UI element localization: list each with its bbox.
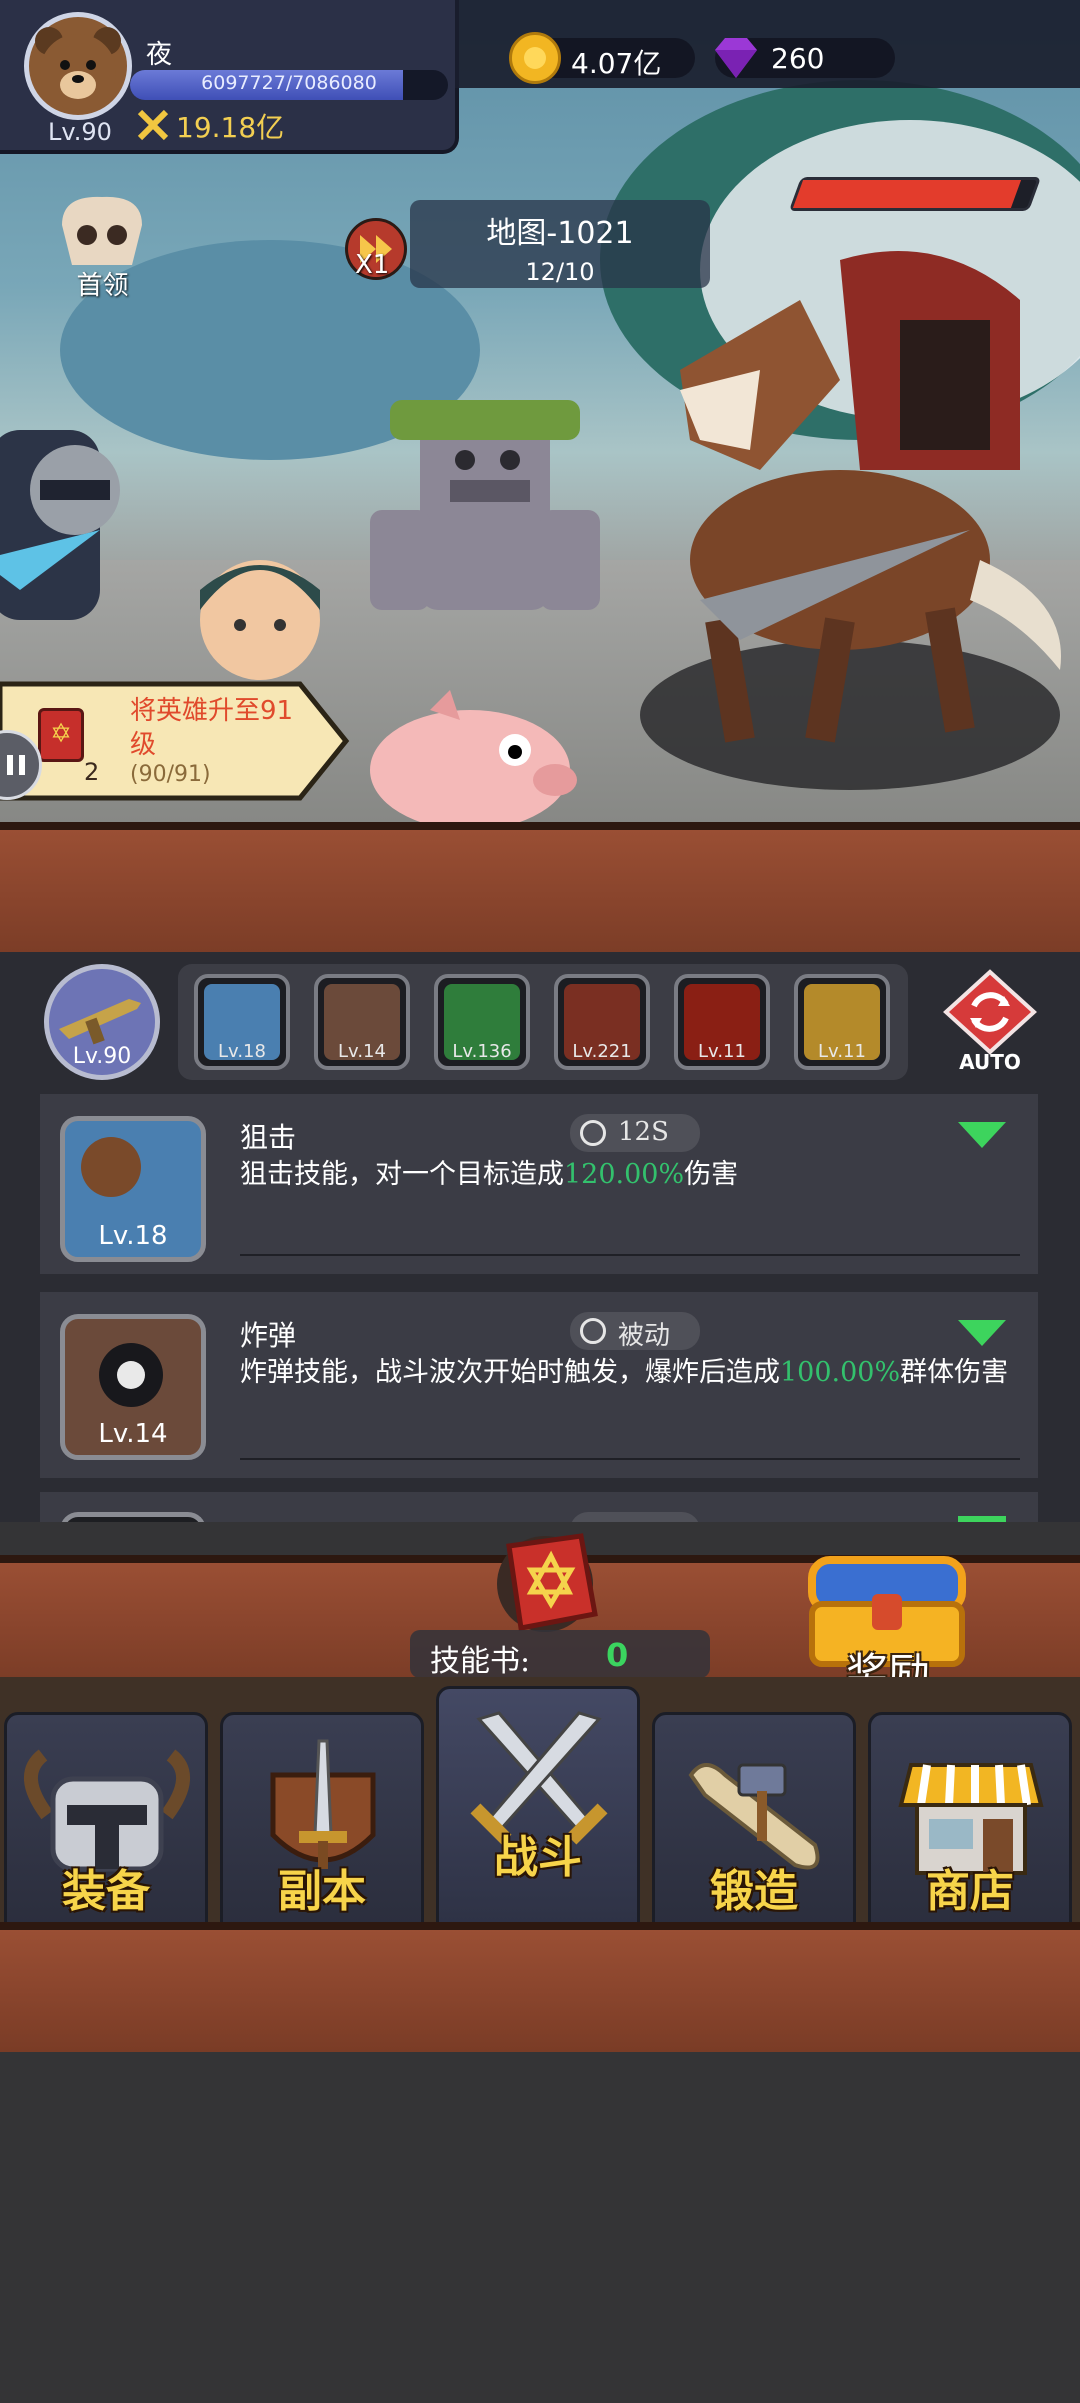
wood-divider-top	[0, 822, 1080, 968]
nav-dungeon[interactable]: 副本	[220, 1712, 424, 1928]
clock-icon	[580, 1318, 606, 1344]
map-info-panel: 地图-1021 12/10	[410, 200, 710, 288]
nav-shop[interactable]: 商店	[868, 1712, 1072, 1928]
gold-pill[interactable]: 4.07亿	[509, 32, 695, 84]
auto-button[interactable]: AUTO	[938, 966, 1042, 1076]
hooded-rider-boss	[640, 240, 1070, 760]
skill-level: Lv.18	[98, 1221, 168, 1251]
xp-text: 6097727/7086080	[201, 72, 377, 94]
clock-icon	[580, 1120, 606, 1146]
pig-pet-character	[360, 680, 580, 822]
nav-battle[interactable]: 战斗	[436, 1686, 640, 1928]
enemy-hp-bar	[788, 177, 1042, 211]
currency-bar: 4.07亿 260	[455, 0, 1080, 88]
skill-description: 狙击技能，对一个目标造成120.00%伤害	[240, 1159, 739, 1190]
skill-timer: 12S	[570, 1114, 700, 1152]
wood-divider-bottom	[0, 1922, 1080, 2060]
skill-slot-level: Lv.18	[218, 1041, 266, 1062]
nav-label: 装备	[62, 1866, 150, 1917]
skill-slot[interactable]: Lv.221	[554, 974, 650, 1070]
skill-description: 炸弹技能，战斗波次开始时触发，爆炸后造成100.00%群体伤害	[240, 1357, 1009, 1388]
gold-coin-icon	[509, 32, 561, 84]
skill-slot[interactable]: Lv.18	[194, 974, 290, 1070]
skill-slot[interactable]: Lv.11	[674, 974, 770, 1070]
quest-text: 将英雄升至91级	[130, 696, 294, 760]
bomb-skill-icon: Lv.14	[60, 1314, 206, 1460]
quest-count: 2	[84, 758, 100, 786]
nav-label: 战斗	[494, 1832, 582, 1883]
card-divider	[240, 1458, 1020, 1460]
hero-weapon-level: Lv.90	[72, 1044, 132, 1069]
pause-icon	[7, 755, 13, 775]
skill-card-partial[interactable]	[40, 1492, 1038, 1522]
expand-arrow-icon[interactable]	[958, 1122, 1006, 1148]
sniper-skill-icon: Lv.18	[60, 1116, 206, 1262]
quest-book-icon: ✡	[38, 708, 84, 762]
bear-avatar-icon	[35, 27, 121, 110]
skill-slot-level: Lv.11	[818, 1041, 866, 1062]
skeleton-knight-character	[0, 400, 140, 640]
auto-label: AUTO	[959, 1050, 1021, 1074]
card-divider	[240, 1254, 1020, 1256]
skill-slot-level: Lv.11	[698, 1041, 746, 1062]
nav-label: 锻造	[710, 1866, 798, 1917]
hero-boy-character	[180, 540, 340, 700]
power-value: 19.18亿	[176, 111, 285, 144]
skill-slot[interactable]: Lv.11	[794, 974, 890, 1070]
skill-name: 炸弹	[240, 1319, 297, 1352]
skill-panel: Lv.90 AUTO Lv.18 狙击 12S 狙击技能，对一个目标造成120.…	[0, 952, 1080, 1522]
quest-progress: (90/91)	[130, 762, 211, 787]
skill-name: 狙击	[240, 1121, 297, 1154]
xp-bar: 6097727/7086080	[130, 70, 448, 100]
nav-forge[interactable]: 锻造	[652, 1712, 856, 1928]
reward-chest-button[interactable]: 奖励	[798, 1540, 978, 1698]
skull-helmet-icon	[62, 196, 142, 265]
expand-arrow-icon[interactable]	[958, 1320, 1006, 1346]
stone-golem-character	[350, 370, 610, 670]
nav-equipment[interactable]: 装备	[4, 1712, 208, 1928]
skill-book-label: 技能书:	[430, 1644, 531, 1679]
boss-button[interactable]: 首领	[50, 195, 155, 305]
auto-refresh-icon	[943, 969, 1037, 1055]
skill-slot-level: Lv.136	[452, 1041, 512, 1062]
skill-slot[interactable]: Lv.14	[314, 974, 410, 1070]
skill-slot-level: Lv.221	[572, 1041, 632, 1062]
enemy-hp-fill	[792, 180, 1021, 208]
skill-level: Lv.14	[98, 1419, 168, 1449]
gold-value: 4.07亿	[571, 47, 662, 80]
skill-slot-level: Lv.14	[338, 1041, 386, 1062]
nav-label: 副本	[278, 1866, 366, 1917]
power-swords-icon	[137, 109, 169, 141]
gem-icon	[715, 38, 757, 78]
player-name: 夜	[146, 40, 173, 70]
speed-label: X1	[355, 250, 390, 280]
player-hud: Lv.90 夜 6097727/7086080 19.18亿	[0, 0, 459, 154]
empty-footer-area	[0, 2052, 1080, 2403]
skill-card[interactable]: Lv.18 狙击 12S 狙击技能，对一个目标造成120.00%伤害	[40, 1094, 1038, 1274]
quest-banner[interactable]: ✡ 2 将英雄升至91级 (90/91)	[0, 680, 350, 802]
hero-weapon-button[interactable]: Lv.90	[44, 964, 160, 1080]
map-title: 地图-1021	[486, 216, 634, 251]
nav-label: 商店	[926, 1866, 1014, 1917]
skill-timer: 被动	[570, 1312, 700, 1351]
skill-card[interactable]: Lv.14 炸弹 被动 炸弹技能，战斗波次开始时触发，爆炸后造成100.00%群…	[40, 1292, 1038, 1478]
player-level: Lv.90	[48, 118, 112, 146]
boss-label: 首领	[76, 271, 129, 301]
skill-book-counter: 技能书: 0	[410, 1630, 710, 1679]
skill-book-count: 0	[606, 1636, 629, 1674]
wave-progress: 12/10	[525, 258, 595, 286]
player-avatar[interactable]	[24, 12, 132, 120]
skill-slot[interactable]: Lv.136	[434, 974, 530, 1070]
gem-pill[interactable]: 260	[715, 38, 895, 78]
gem-value: 260	[771, 42, 825, 75]
